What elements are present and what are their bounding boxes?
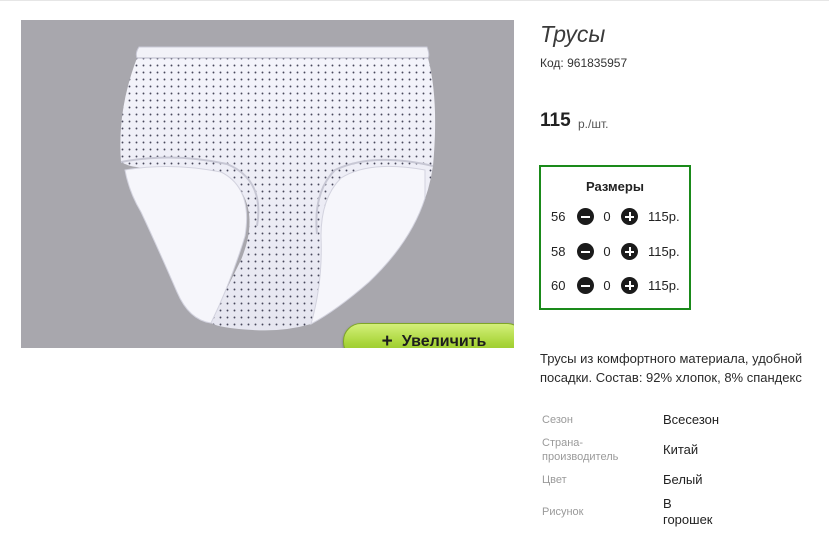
plus-icon[interactable] [621,208,638,225]
attribute-label: Цвет [542,474,567,486]
attribute-value: Китай [663,442,699,457]
attribute-label: Сезон [542,414,573,426]
size-label: 58 [551,244,566,259]
product-price: 115 [540,110,571,131]
product-code-value: 961835957 [567,56,628,70]
attribute-value: Белый [663,472,703,487]
size-row-60: 60 115р. [541,276,689,296]
minus-icon[interactable] [577,243,594,260]
sizes-panel: Размеры 56 115р. 58 115р. 60 115р. [539,165,691,310]
product-code-label: Код: [540,56,564,70]
size-row-58: 58 115р. [541,242,689,262]
product-description: Трусы из комфортного материала, удобной … [540,351,803,385]
minus-icon[interactable] [577,277,594,294]
attribute-value: Всесезон [663,412,720,427]
plus-icon[interactable] [621,243,638,260]
size-price: 115р. [648,244,680,259]
size-row-56: 56 115р. [541,207,689,227]
price-unit: р./шт. [578,117,609,131]
product-title: Трусы [540,21,606,47]
zoom-button[interactable]: + Увеличить [343,323,514,348]
plus-icon: + [381,331,393,348]
size-price: 115р. [648,209,680,224]
attribute-value: В горошек [663,496,713,527]
zoom-button-label: Увеличить [401,332,487,349]
top-divider [0,0,829,1]
product-image[interactable]: + Увеличить [21,20,514,348]
quantity-field[interactable] [599,209,615,224]
product-code: Код: 961835957 [540,56,627,70]
plus-icon[interactable] [621,277,638,294]
size-price: 115р. [648,278,680,293]
attribute-label: Рисунок [542,506,584,518]
quantity-field[interactable] [599,278,615,293]
size-label: 60 [551,278,566,293]
size-label: 56 [551,209,566,224]
minus-icon[interactable] [577,208,594,225]
sizes-title: Размеры [586,179,644,194]
attribute-label: Страна- производитель [542,437,619,463]
quantity-field[interactable] [599,244,615,259]
product-photo-illustration [120,46,436,331]
